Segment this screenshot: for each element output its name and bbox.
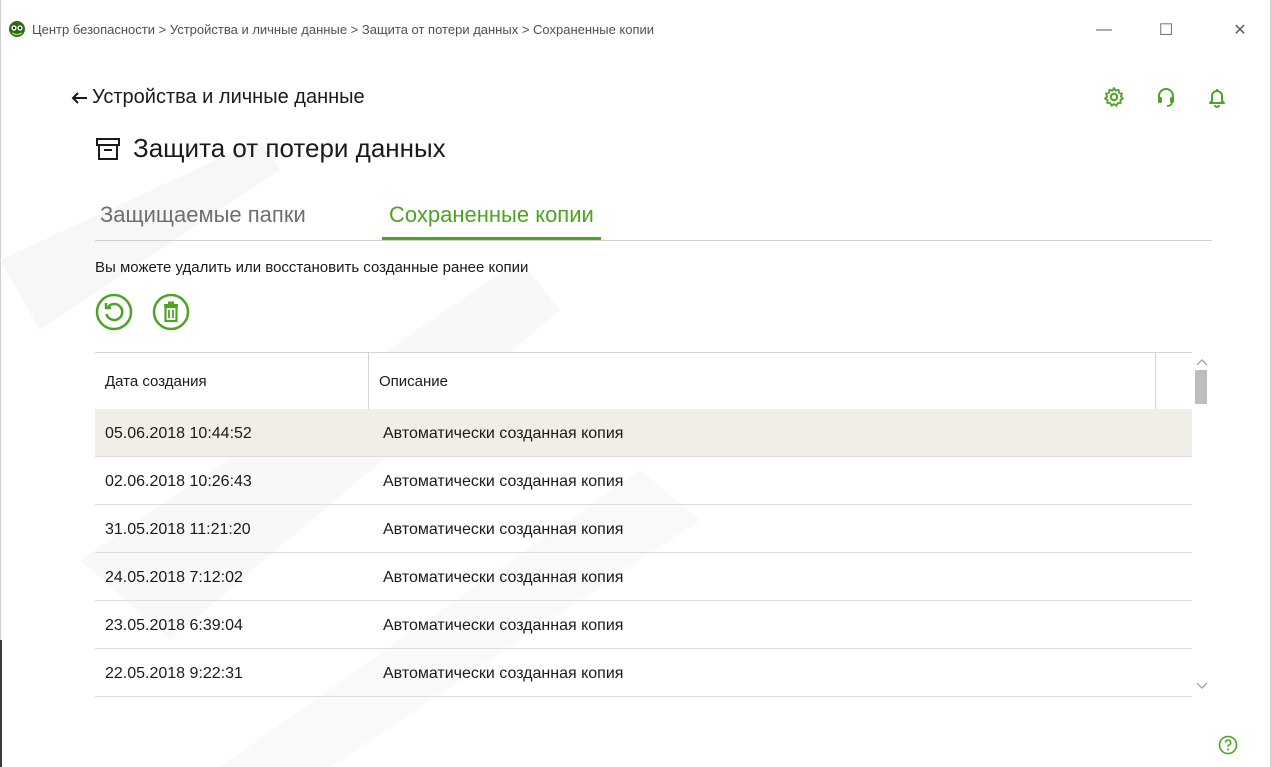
help-icon[interactable] [1218,735,1238,755]
close-button[interactable]: ✕ [1220,12,1260,48]
scroll-up-icon[interactable] [1195,356,1209,368]
cell-description: Автоматически созданная копия [383,569,624,586]
window-edge-shadow [0,640,2,767]
maximize-button[interactable]: ☐ [1146,12,1186,48]
table-body: 05.06.2018 10:44:52 Автоматически создан… [95,409,1192,699]
column-header-description[interactable]: Описание [369,353,1156,409]
cell-description: Автоматически созданная копия [383,473,624,490]
backup-table: Дата создания Описание 05.06.2018 10:44:… [95,352,1212,699]
cell-description: Автоматически созданная копия [383,617,624,634]
table-row[interactable]: 23.05.2018 6:39:04 Автоматически созданн… [95,601,1192,649]
support-headset-icon[interactable] [1155,86,1177,108]
title-bar: Центр безопасности > Устройства и личные… [0,0,1271,62]
cell-date: 02.06.2018 10:26:43 [105,473,252,490]
back-link-label: Устройства и личные данные [92,86,365,108]
cell-date: 23.05.2018 6:39:04 [105,617,243,634]
bell-icon[interactable] [1206,86,1228,108]
hint-text: Вы можете удалить или восстановить созда… [95,259,529,276]
table-row[interactable]: 22.05.2018 9:22:31 Автоматически созданн… [95,649,1192,697]
page-title-text: Защита от потери данных [133,133,446,163]
cell-description: Автоматически созданная копия [383,425,624,442]
table-row[interactable]: 31.05.2018 11:21:20 Автоматически создан… [95,505,1192,553]
column-header-extra [1156,353,1192,409]
cell-date: 22.05.2018 9:22:31 [105,665,243,682]
tab-protected-folders[interactable]: Защищаемые папки [100,196,306,239]
tab-bar: Защищаемые папки Сохраненные копии [95,196,1212,241]
table-row[interactable]: 05.06.2018 10:44:52 Автоматически создан… [95,409,1192,457]
tab-saved-copies[interactable]: Сохраненные копии [382,196,601,240]
back-link[interactable]: Устройства и личные данные [70,86,365,109]
minimize-button[interactable]: — [1084,12,1124,48]
delete-button[interactable] [152,293,190,331]
cell-description: Автоматически созданная копия [383,521,624,538]
page-title: Защита от потери данных [95,133,446,164]
scroll-down-icon[interactable] [1195,680,1209,692]
cell-date: 31.05.2018 11:21:20 [105,521,251,538]
gear-icon[interactable] [1103,86,1125,108]
restore-button[interactable] [95,293,133,331]
table-scrollbar[interactable] [1192,352,1212,699]
back-arrow-icon [71,91,87,104]
scroll-thumb[interactable] [1195,370,1207,404]
cell-date: 05.06.2018 10:44:52 [105,425,252,442]
cell-description: Автоматически созданная копия [383,665,624,682]
table-row[interactable]: 02.06.2018 10:26:43 Автоматически создан… [95,457,1192,505]
archive-box-icon [96,137,120,160]
window-title: Центр безопасности > Устройства и личные… [32,22,655,37]
cell-date: 24.05.2018 7:12:02 [105,569,243,586]
table-header: Дата создания Описание [95,352,1192,410]
table-row[interactable]: 24.05.2018 7:12:02 Автоматически созданн… [95,553,1192,601]
column-header-date[interactable]: Дата создания [95,353,369,409]
app-logo-icon [9,21,25,37]
